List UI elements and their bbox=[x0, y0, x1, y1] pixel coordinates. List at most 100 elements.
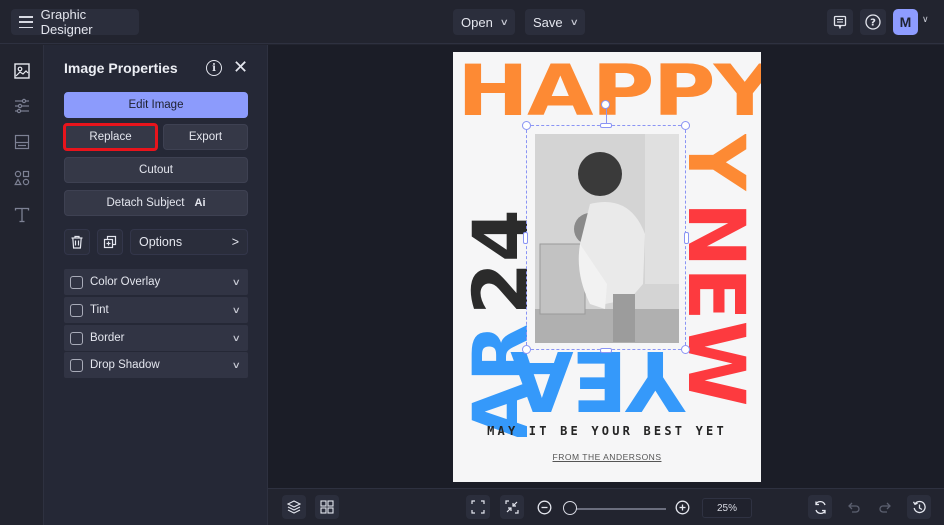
rail-item-image[interactable] bbox=[10, 59, 34, 83]
resize-handle[interactable] bbox=[600, 348, 612, 353]
chevron-down-icon[interactable]: ∨ bbox=[232, 277, 241, 288]
accordion-label: Color Overlay bbox=[90, 276, 161, 288]
export-button[interactable]: Export bbox=[163, 124, 248, 150]
zoom-out-icon bbox=[537, 500, 551, 514]
rail-item-text[interactable] bbox=[10, 203, 34, 227]
ai-badge: Ai bbox=[194, 197, 206, 209]
shrink-button[interactable] bbox=[500, 495, 524, 519]
from-text[interactable]: FROM THE ANDERSONS bbox=[453, 452, 761, 462]
detach-subject-button[interactable]: Detach Subject Ai bbox=[64, 190, 248, 216]
app-title: Graphic Designer bbox=[40, 7, 93, 37]
history-button[interactable] bbox=[907, 495, 931, 519]
grid-icon bbox=[320, 500, 334, 514]
resize-handle[interactable] bbox=[684, 232, 689, 244]
zoom-in-button[interactable] bbox=[670, 495, 694, 519]
happy-text[interactable]: HAPPY bbox=[457, 56, 761, 127]
cutout-button[interactable]: Cutout bbox=[64, 157, 248, 183]
undo-icon bbox=[847, 502, 860, 513]
zoom-slider-track[interactable] bbox=[566, 508, 666, 510]
zoom-in-icon bbox=[675, 500, 689, 514]
redo-icon bbox=[878, 502, 891, 513]
accordion-tint[interactable]: Tint ∨ bbox=[64, 297, 248, 323]
accordion-border[interactable]: Border ∨ bbox=[64, 325, 248, 351]
save-menu-button[interactable]: Save ∨ bbox=[525, 9, 586, 35]
help-icon: ? bbox=[865, 14, 881, 30]
tagline-text[interactable]: MAY IT BE YOUR BEST YET bbox=[453, 424, 761, 438]
bottom-toolbar: 25% bbox=[268, 488, 944, 525]
info-icon[interactable]: i bbox=[206, 60, 222, 76]
undo-button[interactable] bbox=[841, 495, 865, 519]
expand-icon bbox=[471, 500, 485, 514]
yea-text-rotated[interactable]: YEA bbox=[453, 344, 693, 416]
svg-text:?: ? bbox=[870, 18, 876, 29]
menu-icon bbox=[19, 16, 33, 28]
rail-item-adjustments[interactable] bbox=[10, 94, 34, 118]
duplicate-button[interactable] bbox=[97, 229, 123, 255]
redo-button[interactable] bbox=[873, 495, 897, 519]
replace-button[interactable]: Replace bbox=[63, 123, 158, 151]
color-overlay-checkbox[interactable] bbox=[70, 275, 83, 289]
number-24: 24 bbox=[457, 209, 529, 315]
svg-text:YEA: YEA bbox=[510, 344, 686, 416]
close-icon[interactable]: ✕ bbox=[233, 57, 248, 78]
open-menu-button[interactable]: Open ∨ bbox=[453, 9, 516, 35]
image-icon bbox=[14, 63, 30, 79]
save-label: Save bbox=[533, 14, 563, 30]
selection-box[interactable] bbox=[526, 125, 686, 350]
layers-icon bbox=[287, 500, 301, 514]
y-letter: Y bbox=[685, 134, 757, 192]
chevron-down-icon[interactable]: ∨ bbox=[232, 333, 241, 344]
resize-handle[interactable] bbox=[522, 121, 531, 130]
new-text-vertical[interactable]: Y NEW bbox=[685, 134, 757, 434]
grid-button[interactable] bbox=[315, 495, 339, 519]
trash-icon bbox=[71, 235, 83, 249]
background-icon bbox=[14, 134, 30, 150]
tool-rail bbox=[0, 45, 44, 525]
chevron-down-icon[interactable]: ∨ bbox=[922, 14, 929, 25]
chevron-down-icon[interactable]: ∨ bbox=[232, 360, 241, 371]
panel-title: Image Properties bbox=[64, 60, 178, 76]
shapes-icon bbox=[14, 170, 30, 186]
layers-button[interactable] bbox=[282, 495, 306, 519]
chevron-down-icon[interactable]: ∨ bbox=[232, 305, 241, 316]
edit-image-button[interactable]: Edit Image bbox=[64, 92, 248, 118]
app-menu-button[interactable]: Graphic Designer bbox=[11, 7, 139, 37]
duplicate-icon bbox=[103, 235, 117, 249]
shrink-icon bbox=[505, 500, 519, 514]
accordion-drop-shadow[interactable]: Drop Shadow ∨ bbox=[64, 352, 248, 378]
top-bar: Graphic Designer Open ∨ Save ∨ ? M ∨ bbox=[0, 0, 944, 44]
rail-item-background[interactable] bbox=[10, 130, 34, 154]
text-icon bbox=[14, 207, 30, 223]
zoom-level-input[interactable]: 25% bbox=[702, 498, 752, 518]
help-button[interactable]: ? bbox=[860, 9, 886, 35]
resize-handle[interactable] bbox=[600, 123, 612, 128]
delete-button[interactable] bbox=[64, 229, 90, 255]
rail-item-shapes[interactable] bbox=[10, 166, 34, 190]
resize-handle[interactable] bbox=[523, 232, 528, 244]
accordion-color-overlay[interactable]: Color Overlay ∨ bbox=[64, 269, 248, 295]
drop-shadow-checkbox[interactable] bbox=[70, 358, 83, 372]
chevron-down-icon: ∨ bbox=[569, 16, 579, 27]
border-checkbox[interactable] bbox=[70, 331, 83, 345]
open-label: Open bbox=[461, 14, 493, 30]
tint-checkbox[interactable] bbox=[70, 303, 83, 317]
swap-button[interactable] bbox=[808, 495, 832, 519]
resize-handle[interactable] bbox=[522, 345, 531, 354]
poster-canvas[interactable]: HAPPY Y NEW AR 24 YEA bbox=[453, 52, 761, 482]
resize-handle[interactable] bbox=[681, 345, 690, 354]
image-properties-panel: Image Properties i ✕ Edit Image Replace … bbox=[44, 45, 268, 525]
zoom-slider-thumb[interactable] bbox=[563, 501, 577, 515]
comments-button[interactable] bbox=[827, 9, 853, 35]
options-label: Options bbox=[139, 235, 183, 249]
chevron-right-icon: > bbox=[231, 235, 239, 249]
accordion-label: Tint bbox=[90, 304, 109, 316]
comment-icon bbox=[833, 15, 847, 29]
adjustments-icon bbox=[15, 98, 29, 114]
user-avatar[interactable]: M bbox=[893, 9, 918, 35]
accordion-label: Border bbox=[90, 332, 125, 344]
refresh-icon bbox=[814, 500, 826, 514]
options-button[interactable]: Options > bbox=[130, 229, 248, 255]
resize-handle[interactable] bbox=[681, 121, 690, 130]
zoom-out-button[interactable] bbox=[532, 495, 556, 519]
fit-screen-button[interactable] bbox=[466, 495, 490, 519]
